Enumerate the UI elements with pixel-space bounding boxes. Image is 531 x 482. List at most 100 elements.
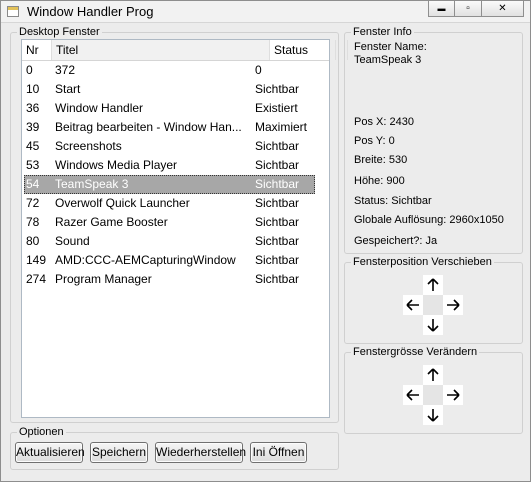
row-title: Window Handler — [55, 101, 144, 115]
list-row[interactable]: 36 Window Handler Existiert — [22, 99, 329, 118]
info-pos-y: Pos Y: 0 — [354, 135, 395, 147]
resize-up-button[interactable] — [423, 365, 443, 385]
row-status: Sichtbar — [255, 177, 300, 191]
resize-window-group-label: Fenstergrösse Verändern — [351, 345, 480, 359]
row-status: Sichtbar — [255, 215, 300, 229]
info-status: Status: Sichtbar — [354, 195, 432, 207]
row-status: Existiert — [255, 101, 298, 115]
row-title: 372 — [55, 63, 76, 77]
list-row[interactable]: 72 Overwolf Quick Launcher Sichtbar — [22, 194, 329, 213]
window-title: Window Handler Prog — [27, 4, 154, 19]
row-title: Screenshots — [55, 139, 122, 153]
row-nr: 80 — [26, 234, 40, 248]
arrow-up-icon — [427, 278, 439, 291]
row-nr: 0 — [26, 63, 33, 77]
list-row[interactable]: 0 372 0 — [22, 61, 329, 80]
minimize-icon: ▬ — [437, 4, 446, 13]
row-title: Windows Media Player — [55, 158, 178, 172]
close-button[interactable]: ✕ — [482, 1, 524, 17]
move-down-button[interactable] — [423, 315, 443, 335]
row-nr: 274 — [26, 272, 47, 286]
list-rows: 0 372 0 10 Start Sichtbar 36 Window Handler Exis… — [22, 61, 329, 289]
move-pad — [403, 275, 463, 335]
move-window-group-label: Fensterposition Verschieben — [351, 255, 494, 269]
list-row-selected[interactable]: 54 TeamSpeak 3 Sichtbar — [24, 175, 315, 194]
arrow-up-icon — [427, 368, 439, 381]
row-nr: 149 — [26, 253, 47, 267]
row-status: Sichtbar — [255, 82, 300, 96]
resize-left-button[interactable] — [403, 385, 423, 405]
row-title: Razer Game Booster — [55, 215, 168, 229]
column-header-nr[interactable]: Nr — [22, 40, 52, 60]
row-nr: 78 — [26, 215, 40, 229]
list-header: Nr Titel Status — [22, 40, 348, 61]
row-title: Start — [55, 82, 81, 96]
minimize-button[interactable]: ▬ — [428, 1, 455, 17]
list-row[interactable]: 80 Sound Sichtbar — [22, 232, 329, 251]
row-nr: 36 — [26, 101, 40, 115]
arrow-left-icon — [406, 389, 419, 401]
info-name-value: TeamSpeak 3 — [354, 54, 422, 66]
row-title: Program Manager — [55, 272, 152, 286]
row-title: Overwolf Quick Launcher — [55, 196, 190, 210]
resize-right-button[interactable] — [443, 385, 463, 405]
list-row[interactable]: 45 Screenshots Sichtbar — [22, 137, 329, 156]
open-ini-button[interactable]: Ini Öffnen — [250, 442, 307, 463]
desktop-windows-group-label: Desktop Fenster — [17, 25, 102, 39]
window-info-group-label: Fenster Info — [351, 25, 414, 39]
refresh-button[interactable]: Aktualisieren — [15, 442, 85, 463]
row-title: TeamSpeak 3 — [55, 177, 129, 191]
options-group-label: Optionen — [17, 425, 66, 439]
list-row[interactable]: 274 Program Manager Sichtbar — [22, 270, 329, 289]
title-bar[interactable]: Window Handler Prog ▬ ▫ ✕ — [1, 1, 530, 23]
info-hoehe: Höhe: 900 — [354, 175, 405, 187]
arrow-right-icon — [447, 299, 460, 311]
row-status: Sichtbar — [255, 196, 300, 210]
resize-down-button[interactable] — [423, 405, 443, 425]
row-status: 0 — [255, 63, 262, 77]
resize-pad — [403, 365, 463, 425]
row-status: Sichtbar — [255, 158, 300, 172]
row-nr: 54 — [26, 177, 40, 191]
list-row[interactable]: 53 Windows Media Player Sichtbar — [22, 156, 329, 175]
list-row[interactable]: 39 Beitrag bearbeiten - Window Han... Maxi… — [22, 118, 329, 137]
maximize-button[interactable]: ▫ — [455, 1, 482, 17]
save-button[interactable]: Speichern — [90, 442, 148, 463]
arrow-down-icon — [427, 319, 439, 332]
window-controls: ▬ ▫ ✕ — [428, 1, 524, 17]
info-name-label: Fenster Name: — [354, 41, 427, 53]
arrow-right-icon — [447, 389, 460, 401]
move-up-button[interactable] — [423, 275, 443, 295]
row-status: Sichtbar — [255, 253, 300, 267]
arrow-down-icon — [427, 409, 439, 422]
app-icon[interactable] — [7, 6, 19, 17]
row-nr: 72 — [26, 196, 40, 210]
info-breite: Breite: 530 — [354, 154, 408, 166]
maximize-icon: ▫ — [466, 3, 470, 14]
row-title: AMD:CCC-AEMCapturingWindow — [55, 253, 236, 267]
arrow-left-icon — [406, 299, 419, 311]
column-header-status[interactable]: Status — [270, 40, 336, 60]
close-icon: ✕ — [498, 3, 507, 14]
list-row[interactable]: 149 AMD:CCC-AEMCapturingWindow Sichtbar — [22, 251, 329, 270]
column-header-titel[interactable]: Titel — [52, 40, 270, 60]
restore-button[interactable]: Wiederherstellen — [155, 442, 246, 463]
row-status: Sichtbar — [255, 139, 300, 153]
row-nr: 45 — [26, 139, 40, 153]
move-center — [423, 295, 443, 315]
list-row[interactable]: 78 Razer Game Booster Sichtbar — [22, 213, 329, 232]
window-list[interactable]: Nr Titel Status 0 372 0 10 Start Sichtbar 36 Wi… — [21, 39, 348, 418]
row-nr: 53 — [26, 158, 40, 172]
move-right-button[interactable] — [443, 295, 463, 315]
move-left-button[interactable] — [403, 295, 423, 315]
list-row[interactable]: 10 Start Sichtbar — [22, 80, 329, 99]
row-title: Sound — [55, 234, 90, 248]
row-title: Beitrag bearbeiten - Window Han... — [55, 120, 242, 134]
row-status: Sichtbar — [255, 234, 300, 248]
main-window: Window Handler Prog ▬ ▫ ✕ Desktop Fenste… — [0, 0, 531, 482]
resize-center — [423, 385, 443, 405]
row-status: Sichtbar — [255, 272, 300, 286]
row-status: Maximiert — [255, 120, 308, 134]
row-nr: 10 — [26, 82, 40, 96]
info-saved: Gespeichert?: Ja — [354, 235, 438, 247]
